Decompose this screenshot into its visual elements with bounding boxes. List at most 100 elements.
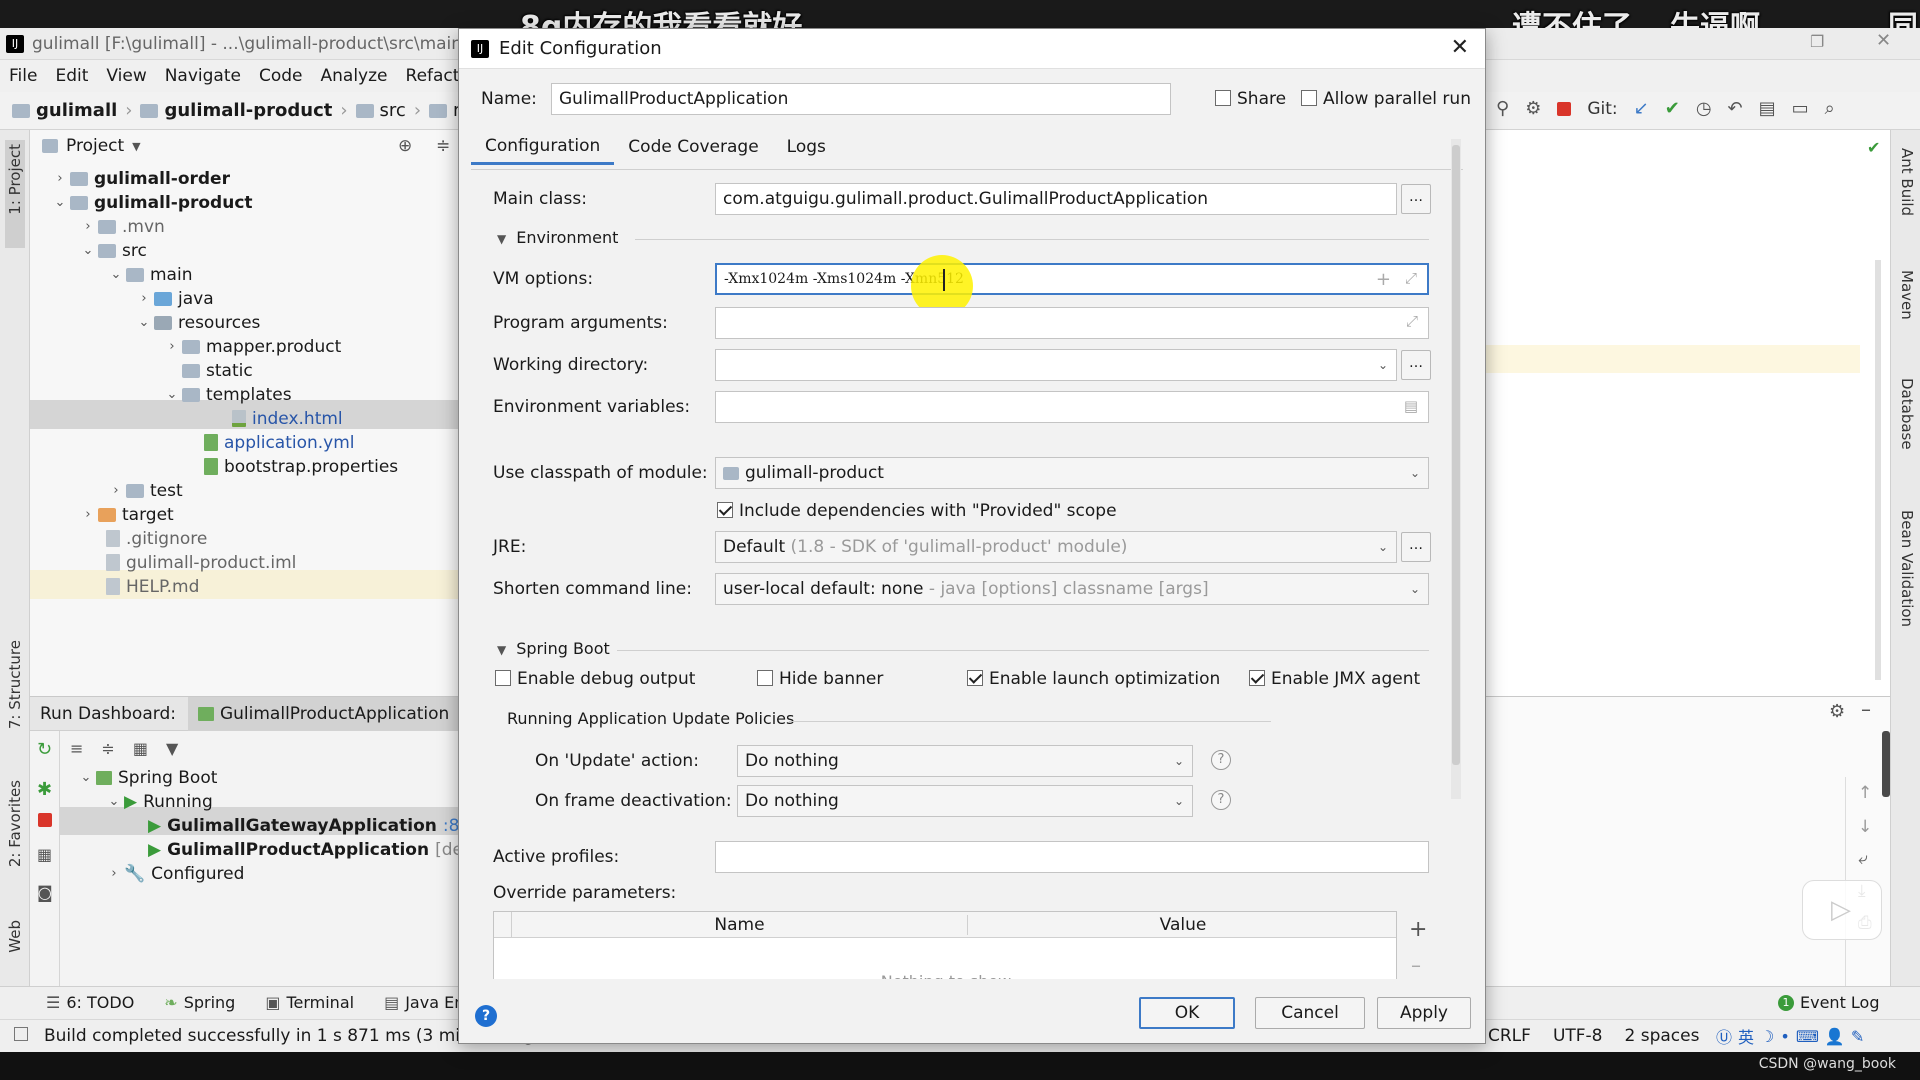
launch-optimization-checkbox[interactable]: Enable launch optimization (967, 669, 1220, 689)
shorten-command-select[interactable]: user-local default: none - java [options… (715, 573, 1429, 605)
close-window-icon[interactable]: ✕ (1876, 30, 1891, 51)
search-icon[interactable]: ⌕ (1825, 98, 1835, 119)
ime-moon-icon[interactable]: ☽ (1760, 1027, 1774, 1046)
dialog-scrollbar-thumb[interactable] (1452, 145, 1460, 765)
run-tree-configured[interactable]: › 🔧 Configured (104, 859, 244, 888)
debug-icon[interactable]: ⚙ (1525, 98, 1541, 119)
on-update-select[interactable]: Do nothing ⌄ (737, 745, 1193, 777)
on-frame-select[interactable]: Do nothing ⌄ (737, 785, 1193, 817)
tool-tab-web[interactable]: Web (6, 920, 24, 953)
tool-tab-terminal[interactable]: ▣ Terminal (265, 993, 354, 1012)
soft-wrap-icon[interactable]: ⤶ (1858, 849, 1868, 869)
column-value[interactable]: Value (968, 915, 1396, 935)
ime-keyboard-icon[interactable]: ⌨ (1796, 1027, 1819, 1046)
expand-all-icon[interactable]: ≡ (70, 739, 83, 758)
ime-mode-icon[interactable]: 英 (1738, 1024, 1754, 1048)
allow-parallel-checkbox[interactable]: Allow parallel run (1301, 89, 1471, 109)
jre-select[interactable]: Default (1.8 - SDK of 'gulimall-product'… (715, 531, 1397, 563)
include-provided-checkbox[interactable]: Include dependencies with "Provided" sco… (717, 501, 1117, 521)
editor-scrollbar[interactable] (1875, 260, 1881, 680)
git-revert-icon[interactable]: ↶ (1728, 98, 1743, 119)
menu-navigate[interactable]: Navigate (165, 66, 241, 86)
camera-icon[interactable]: ◙ (37, 883, 53, 902)
rerun-icon[interactable]: ↻ (37, 739, 52, 760)
gear-icon[interactable]: ⚙ (1829, 701, 1845, 722)
tool-tab-favorites[interactable]: 2: Favorites (6, 780, 24, 867)
expand-icon[interactable]: ⤢ (1406, 312, 1418, 330)
event-log-tab[interactable]: 1 Event Log (1778, 993, 1880, 1012)
tool-tab-ant-build[interactable]: Ant Build (1898, 148, 1916, 216)
debug-run-icon[interactable]: ✱ (37, 779, 52, 800)
help-icon[interactable]: ? (475, 1005, 497, 1027)
menu-view[interactable]: View (106, 66, 146, 86)
line-separator-widget[interactable]: CRLF (1488, 1026, 1531, 1046)
hide-banner-checkbox[interactable]: Hide banner (757, 669, 883, 689)
help-icon[interactable]: ? (1211, 750, 1231, 770)
breadcrumb-src[interactable]: src (380, 100, 406, 121)
project-panel-header[interactable]: Project ▼ (42, 136, 141, 156)
expand-icon[interactable]: ⤢ (1405, 269, 1417, 287)
share-checkbox[interactable]: Share (1215, 89, 1286, 109)
menu-file[interactable]: File (9, 66, 37, 86)
classpath-module-select[interactable]: gulimall-product ⌄ (715, 457, 1429, 489)
ime-user-icon[interactable]: 👤 (1825, 1027, 1845, 1046)
menu-code[interactable]: Code (259, 66, 303, 86)
filter-icon[interactable]: ▼ (166, 739, 178, 758)
status-toggle-icon[interactable] (14, 1027, 28, 1041)
working-directory-input[interactable]: ⌄ (715, 349, 1397, 381)
stop-run-icon[interactable] (38, 813, 52, 827)
tool-tab-structure[interactable]: 7: Structure (6, 640, 24, 729)
working-directory-browse-button[interactable]: … (1401, 350, 1431, 380)
encoding-widget[interactable]: UTF-8 (1553, 1026, 1603, 1046)
chevron-down-icon[interactable]: ▼ (132, 140, 140, 153)
chevron-down-icon[interactable]: ⌄ (1378, 358, 1388, 372)
name-input[interactable]: GulimallProductApplication (551, 83, 1171, 115)
spring-boot-section[interactable]: ▼ Spring Boot (497, 639, 610, 658)
group-icon[interactable]: ▦ (133, 739, 148, 758)
git-update-icon[interactable]: ↙ (1634, 98, 1649, 119)
scroll-down-icon[interactable]: ↓ (1858, 817, 1872, 837)
project-structure-icon[interactable]: ▤ (1759, 98, 1776, 119)
restore-window-icon[interactable]: ❐ (1810, 32, 1824, 51)
ime-punct-icon[interactable]: • (1780, 1027, 1789, 1046)
column-name[interactable]: Name (512, 914, 968, 935)
tab-configuration[interactable]: Configuration (471, 129, 615, 165)
tool-tab-project[interactable]: 1: Project (6, 144, 24, 215)
environment-section[interactable]: ▼ Environment (497, 228, 618, 247)
collapse-all-icon[interactable]: ≑ (436, 136, 450, 156)
run-dashboard-tab[interactable]: GulimallProductApplication (187, 696, 460, 731)
menu-edit[interactable]: Edit (55, 66, 88, 86)
minimize-panel-icon[interactable]: – (1861, 697, 1871, 721)
scroll-up-icon[interactable]: ↑ (1858, 783, 1872, 803)
cancel-button[interactable]: Cancel (1255, 997, 1365, 1029)
git-commit-icon[interactable]: ✔ (1665, 98, 1680, 119)
git-history-icon[interactable]: ◷ (1696, 98, 1712, 119)
program-arguments-input[interactable]: ⤢ (715, 307, 1429, 339)
ime-logo-icon[interactable]: Ⓤ (1716, 1024, 1732, 1048)
breadcrumb-gulimall[interactable]: gulimall (36, 100, 117, 121)
menu-analyze[interactable]: Analyze (321, 66, 388, 86)
presentation-icon[interactable]: ▭ (1792, 98, 1809, 119)
add-icon[interactable]: + (1376, 269, 1391, 290)
search-everywhere-icon[interactable]: ⚲ (1496, 98, 1509, 119)
ime-tools-icon[interactable]: ✎ (1851, 1027, 1864, 1046)
add-row-icon[interactable]: + (1409, 917, 1427, 942)
close-icon[interactable]: ✕ (1451, 35, 1469, 60)
debug-output-checkbox[interactable]: Enable debug output (495, 669, 695, 689)
main-class-browse-button[interactable]: … (1401, 184, 1431, 214)
jmx-agent-checkbox[interactable]: Enable JMX agent (1249, 669, 1420, 689)
collapse-all-icon[interactable]: ≑ (101, 739, 114, 758)
jre-browse-button[interactable]: … (1401, 532, 1431, 562)
tool-tab-bean-validation[interactable]: Bean Validation (1898, 510, 1916, 627)
tree-item-bootstrap-properties[interactable]: bootstrap.properties (204, 452, 398, 481)
indent-widget[interactable]: 2 spaces (1625, 1026, 1700, 1046)
help-icon[interactable]: ? (1211, 790, 1231, 810)
tool-tab-maven[interactable]: Maven (1898, 270, 1916, 320)
layout-icon[interactable]: ▦ (37, 845, 52, 864)
ok-button[interactable]: OK (1139, 997, 1235, 1029)
tool-tab-java-enterprise[interactable]: ▤ Java En (384, 993, 464, 1012)
locate-icon[interactable]: ⊕ (398, 136, 412, 156)
document-icon[interactable]: ▤ (1404, 397, 1418, 415)
vm-options-input[interactable]: -Xmx1024m -Xms1024m -Xmn512 + ⤢ (715, 263, 1429, 295)
active-profiles-input[interactable] (715, 841, 1429, 873)
